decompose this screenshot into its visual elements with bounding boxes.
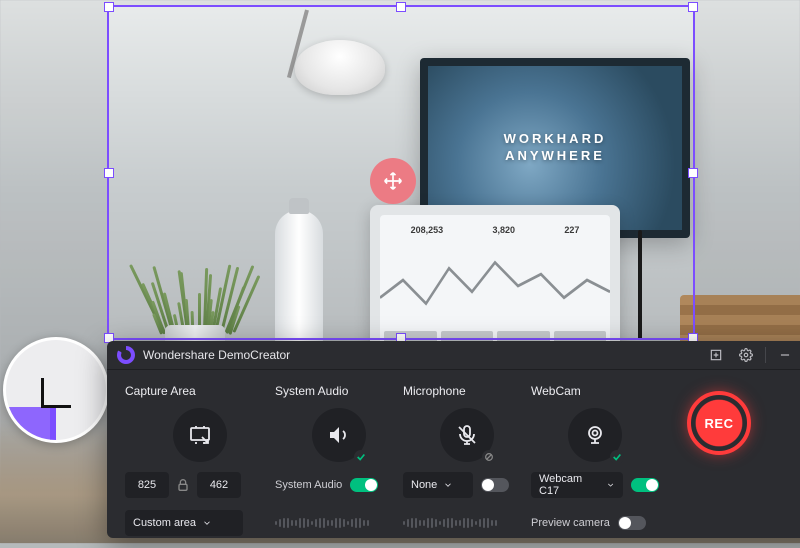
expand-button[interactable]	[701, 341, 731, 369]
record-button[interactable]: REC	[687, 391, 751, 455]
webcam-device-select[interactable]: Webcam C17	[531, 472, 623, 498]
titlebar-divider	[765, 347, 766, 363]
wifi-antenna	[638, 230, 642, 340]
recorder-panel: Wondershare DemoCreator Capture Area Sys…	[107, 341, 800, 538]
system-audio-level-meter	[275, 516, 369, 530]
laptop-stat: 3,820	[492, 225, 515, 235]
system-audio-device-label: System Audio	[275, 479, 342, 491]
corner-magnifier	[3, 337, 109, 443]
system-audio-toggle[interactable]	[350, 478, 378, 492]
webcam-status-icon	[610, 450, 624, 464]
capture-area-label: Capture Area	[125, 384, 196, 398]
preview-camera-toggle[interactable]	[618, 516, 646, 530]
capture-height-input[interactable]: 462	[197, 472, 241, 498]
webcam-toggle[interactable]	[631, 478, 659, 492]
minimize-button[interactable]	[770, 341, 800, 369]
move-selection-handle[interactable]	[370, 158, 416, 204]
laptop-stat: 227	[564, 225, 579, 235]
settings-button[interactable]	[731, 341, 761, 369]
webcam-button[interactable]	[568, 408, 622, 462]
microphone-status-icon	[482, 450, 496, 464]
capture-mode-select[interactable]: Custom area	[125, 510, 243, 536]
microphone-level-meter	[403, 516, 497, 530]
preview-camera-label: Preview camera	[531, 517, 610, 529]
system-audio-status-icon	[354, 450, 368, 464]
lamp-head	[295, 40, 385, 95]
capture-mode-value: Custom area	[133, 517, 196, 529]
app-title: Wondershare DemoCreator	[143, 348, 290, 362]
microphone-device-value: None	[411, 479, 437, 491]
microphone-label: Microphone	[403, 384, 466, 398]
webcam-device-value: Webcam C17	[539, 473, 600, 497]
lock-aspect-icon[interactable]	[175, 477, 191, 493]
chevron-down-icon	[202, 518, 212, 528]
capture-width-input[interactable]: 825	[125, 472, 169, 498]
chevron-down-icon	[443, 480, 453, 490]
laptop-stat: 208,253	[411, 225, 444, 235]
system-audio-button[interactable]	[312, 408, 366, 462]
capture-area-button[interactable]	[173, 408, 227, 462]
water-bottle	[275, 210, 323, 350]
microphone-button[interactable]	[440, 408, 494, 462]
record-button-label: REC	[705, 416, 734, 431]
app-logo-icon	[117, 346, 135, 364]
webcam-label: WebCam	[531, 384, 581, 398]
microphone-device-select[interactable]: None	[403, 472, 473, 498]
system-audio-label: System Audio	[275, 384, 348, 398]
chevron-down-icon	[606, 480, 615, 490]
monitor-wallpaper-text: WORKHARD ANYWHERE	[504, 131, 607, 165]
microphone-toggle[interactable]	[481, 478, 509, 492]
titlebar: Wondershare DemoCreator	[107, 341, 800, 370]
